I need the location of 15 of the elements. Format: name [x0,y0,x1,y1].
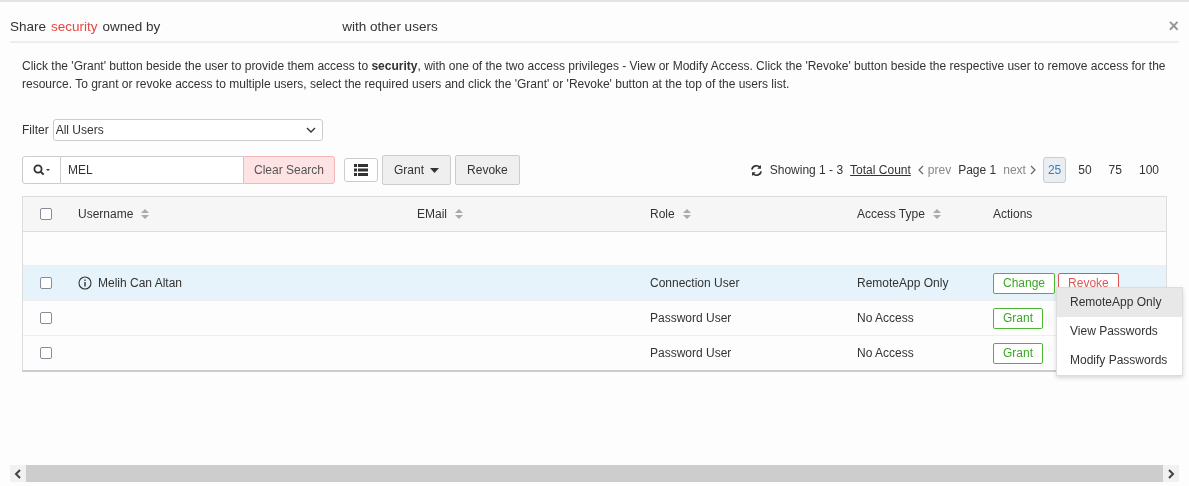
table-cell: RemoteApp Only [857,276,949,290]
page-number: Page 1 [958,163,997,177]
showing-text: Showing 1 - 3 [769,163,844,177]
table-cell: Password User [650,311,732,325]
filter-label: Filter [22,123,49,137]
dialog-title: owned by [102,18,161,34]
table-cell: Connection User [650,276,740,290]
dialog-title: Share [10,18,47,34]
resource-name: security [51,18,98,34]
description: Click the 'Grant' button beside the user to provide them access to security, with one of the two access privileges - View or Modify Access. Click the 'Revoke' button beside the respective user to remove access for the resource. To grant or revoke access to multiple users, select the required users and click the 'Grant' or 'Revoke' button at the top of the users list. [22,58,1167,93]
table-cell: Password User [650,346,732,360]
table-cell: No Access [857,346,914,360]
table-cell: Melih Can Altan [98,276,183,290]
table-cell: No Access [857,311,914,325]
dialog-title: with other users [342,18,438,34]
